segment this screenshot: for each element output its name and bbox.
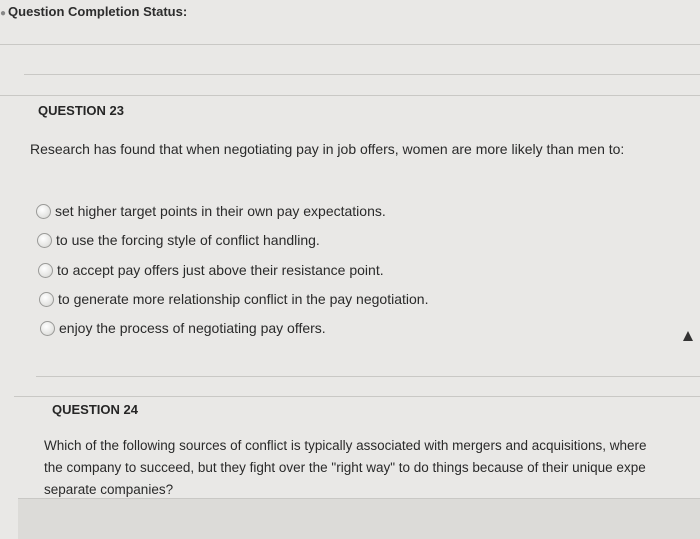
- mouse-pointer-icon: [683, 331, 693, 341]
- divider: [0, 95, 700, 96]
- answer-option-label: to accept pay offers just above their re…: [57, 262, 384, 278]
- question-23-heading: QUESTION 23: [38, 103, 124, 118]
- question-24-line: Which of the following sources of confli…: [44, 438, 647, 453]
- radio-button[interactable]: [37, 232, 52, 248]
- answer-option[interactable]: set higher target points in their own pa…: [36, 203, 386, 219]
- answer-option-label: enjoy the process of negotiating pay off…: [59, 320, 326, 336]
- answer-option[interactable]: enjoy the process of negotiating pay off…: [40, 320, 326, 336]
- answer-option[interactable]: to use the forcing style of conflict han…: [37, 232, 320, 248]
- question-24-prompt: Which of the following sources of confli…: [44, 435, 700, 501]
- bullet-icon: ●: [0, 8, 7, 19]
- divider: [36, 376, 700, 377]
- answer-option-label: set higher target points in their own pa…: [55, 203, 386, 219]
- question-24-line: the company to succeed, but they fight o…: [44, 460, 646, 475]
- status-label: Question Completion Status:: [8, 4, 188, 19]
- answer-area: [18, 498, 700, 539]
- radio-button[interactable]: [40, 320, 55, 336]
- question-23-prompt: Research has found that when negotiating…: [30, 141, 625, 157]
- answer-option-label: to generate more relationship conflict i…: [58, 291, 429, 307]
- question-completion-status: ● Question Completion Status:: [0, 4, 187, 19]
- answer-option[interactable]: to accept pay offers just above their re…: [38, 262, 384, 278]
- divider: [14, 396, 700, 397]
- question-24-heading: QUESTION 24: [52, 402, 138, 417]
- radio-button[interactable]: [38, 262, 53, 278]
- radio-button[interactable]: [39, 291, 54, 307]
- divider: [0, 44, 700, 45]
- divider: [24, 74, 700, 75]
- answer-option[interactable]: to generate more relationship conflict i…: [39, 291, 428, 307]
- radio-button[interactable]: [36, 203, 51, 219]
- answer-option-label: to use the forcing style of conflict han…: [56, 232, 320, 248]
